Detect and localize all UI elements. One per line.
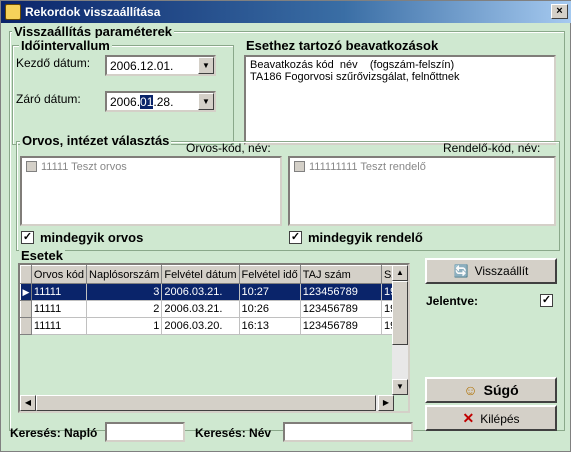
window-client: Visszaállítás paraméterek Időintervallum… (2, 23, 570, 451)
scroll-down-icon[interactable]: ▼ (392, 379, 408, 395)
end-date-value-selected: 01 (140, 95, 154, 109)
search-naplo-input[interactable] (105, 422, 185, 442)
office-code-label: Rendelő-kód, név: (443, 141, 541, 155)
col-felvetel-datum[interactable]: Felvétel dátum (161, 265, 240, 284)
interventions-textbox[interactable]: Beavatkozás kód név (fogszám-felszín) TA… (244, 55, 556, 145)
search-name-input[interactable] (283, 422, 413, 442)
cases-grid[interactable]: Orvos kód Naplósorszám Felvétel dátum Fe… (18, 263, 410, 413)
all-offices-checkbox[interactable]: ✓ (289, 231, 302, 244)
close-icon: ✕ (462, 410, 475, 426)
doctor-group-label: Orvos, intézet választás (20, 133, 172, 148)
all-doctors-checkbox[interactable]: ✓ (21, 231, 34, 244)
start-date-label: Kezdő dátum: (16, 56, 91, 70)
interventions-label: Esethez tartozó beavatkozások (244, 38, 441, 53)
doctor-code-label: Orvos-kód, név: (186, 141, 271, 155)
cell-datum[interactable]: 2006.03.21. (161, 283, 240, 301)
interval-group-label: Időintervallum (19, 38, 112, 53)
restore-icon: 🔄 (453, 264, 469, 278)
all-doctors-label: mindegyik orvos (40, 230, 144, 245)
cell-ido[interactable]: 10:26 (238, 300, 301, 318)
scroll-thumb-h[interactable] (36, 395, 376, 411)
checkbox-icon[interactable] (26, 161, 37, 172)
scroll-thumb[interactable] (392, 281, 408, 345)
search-naplo-label: Keresés: Napló (10, 426, 98, 440)
title-bar[interactable]: Rekordok visszaállítása × (1, 1, 571, 23)
cell-naplo[interactable]: 1 (86, 317, 163, 335)
cases-label: Esetek (19, 248, 65, 263)
horizontal-scrollbar[interactable]: ◀ ▶ (20, 395, 394, 411)
table-row[interactable]: ▶ 11111 3 2006.03.21. 10:27 123456789 19… (20, 283, 408, 301)
restore-records-window: Rekordok visszaállítása × Visszaállítás … (0, 0, 571, 452)
checkbox-icon[interactable] (294, 161, 305, 172)
cell-datum[interactable]: 2006.03.21. (161, 300, 240, 318)
help-icon: ☺ (463, 382, 478, 398)
cell-ido[interactable]: 16:13 (238, 317, 301, 335)
exit-button[interactable]: ✕ Kilépés (425, 405, 557, 431)
cell-taj[interactable]: 123456789 (299, 300, 383, 318)
cell-datum[interactable]: 2006.03.20. (161, 317, 240, 335)
office-listbox[interactable]: 111111111 Teszt rendelő (288, 156, 556, 226)
help-button[interactable]: ☺ Súgó (425, 377, 557, 403)
cell-naplo[interactable]: 2 (86, 300, 163, 318)
end-date-value-post: .28. (153, 95, 174, 109)
interventions-line-1: Beavatkozás kód név (fogszám-felszín) (250, 59, 455, 71)
start-date-combo[interactable]: 2006.12.01. ▼ (105, 55, 216, 76)
current-row-icon: ▶ (20, 283, 32, 301)
interventions-line-2: TA186 Fogorvosi szűrővizsgálat, felnőttn… (250, 71, 460, 83)
reported-checkbox[interactable]: ✓ (540, 294, 553, 307)
scroll-right-icon[interactable]: ▶ (378, 395, 394, 411)
restore-button[interactable]: 🔄 Visszaállít (425, 258, 557, 284)
cell-orvos[interactable]: 11111 (30, 317, 88, 335)
office-list-item[interactable]: 111111111 Teszt rendelő (294, 161, 426, 173)
scroll-up-icon[interactable]: ▲ (392, 265, 408, 281)
vertical-scrollbar[interactable]: ▲ ▼ (392, 265, 408, 395)
doctor-list-item[interactable]: 11111 Teszt orvos (26, 161, 127, 173)
window-title: Rekordok visszaállítása (25, 5, 161, 19)
cell-taj[interactable]: 123456789 (299, 283, 383, 301)
cell-orvos[interactable]: 11111 (30, 283, 88, 301)
col-taj-szam[interactable]: TAJ szám (299, 265, 383, 284)
app-icon (5, 4, 21, 20)
cell-orvos[interactable]: 11111 (30, 300, 88, 318)
cell-ido[interactable]: 10:27 (238, 283, 301, 301)
col-naplosorszam[interactable]: Naplósorszám (86, 265, 163, 284)
row-indicator-header (20, 265, 32, 284)
close-button[interactable]: × (551, 4, 568, 19)
end-date-combo[interactable]: 2006.01.28. ▼ (105, 91, 216, 112)
cases-table: Orvos kód Naplósorszám Felvétel dátum Fe… (20, 265, 408, 335)
all-offices-label: mindegyik rendelő (308, 230, 423, 245)
end-date-value-pre: 2006. (110, 95, 141, 109)
end-date-label: Záró dátum: (16, 92, 81, 106)
cell-naplo[interactable]: 3 (86, 283, 163, 301)
chevron-down-icon[interactable]: ▼ (198, 57, 214, 74)
doctor-listbox[interactable]: 11111 Teszt orvos (20, 156, 282, 226)
chevron-down-icon[interactable]: ▼ (198, 93, 214, 110)
search-name-label: Keresés: Név (195, 426, 272, 440)
reported-label: Jelentve: (426, 294, 479, 308)
table-row[interactable]: 11111 1 2006.03.20. 16:13 123456789 197 (20, 317, 408, 335)
start-date-value: 2006.12.01. (110, 59, 174, 73)
scroll-left-icon[interactable]: ◀ (20, 395, 36, 411)
col-orvos-kod[interactable]: Orvos kód (30, 265, 88, 284)
params-group-label: Visszaállítás paraméterek (12, 24, 175, 39)
table-row[interactable]: 11111 2 2006.03.21. 10:26 123456789 197 (20, 300, 408, 318)
col-felvetel-ido[interactable]: Felvétel idő (238, 265, 301, 284)
cell-taj[interactable]: 123456789 (299, 317, 383, 335)
